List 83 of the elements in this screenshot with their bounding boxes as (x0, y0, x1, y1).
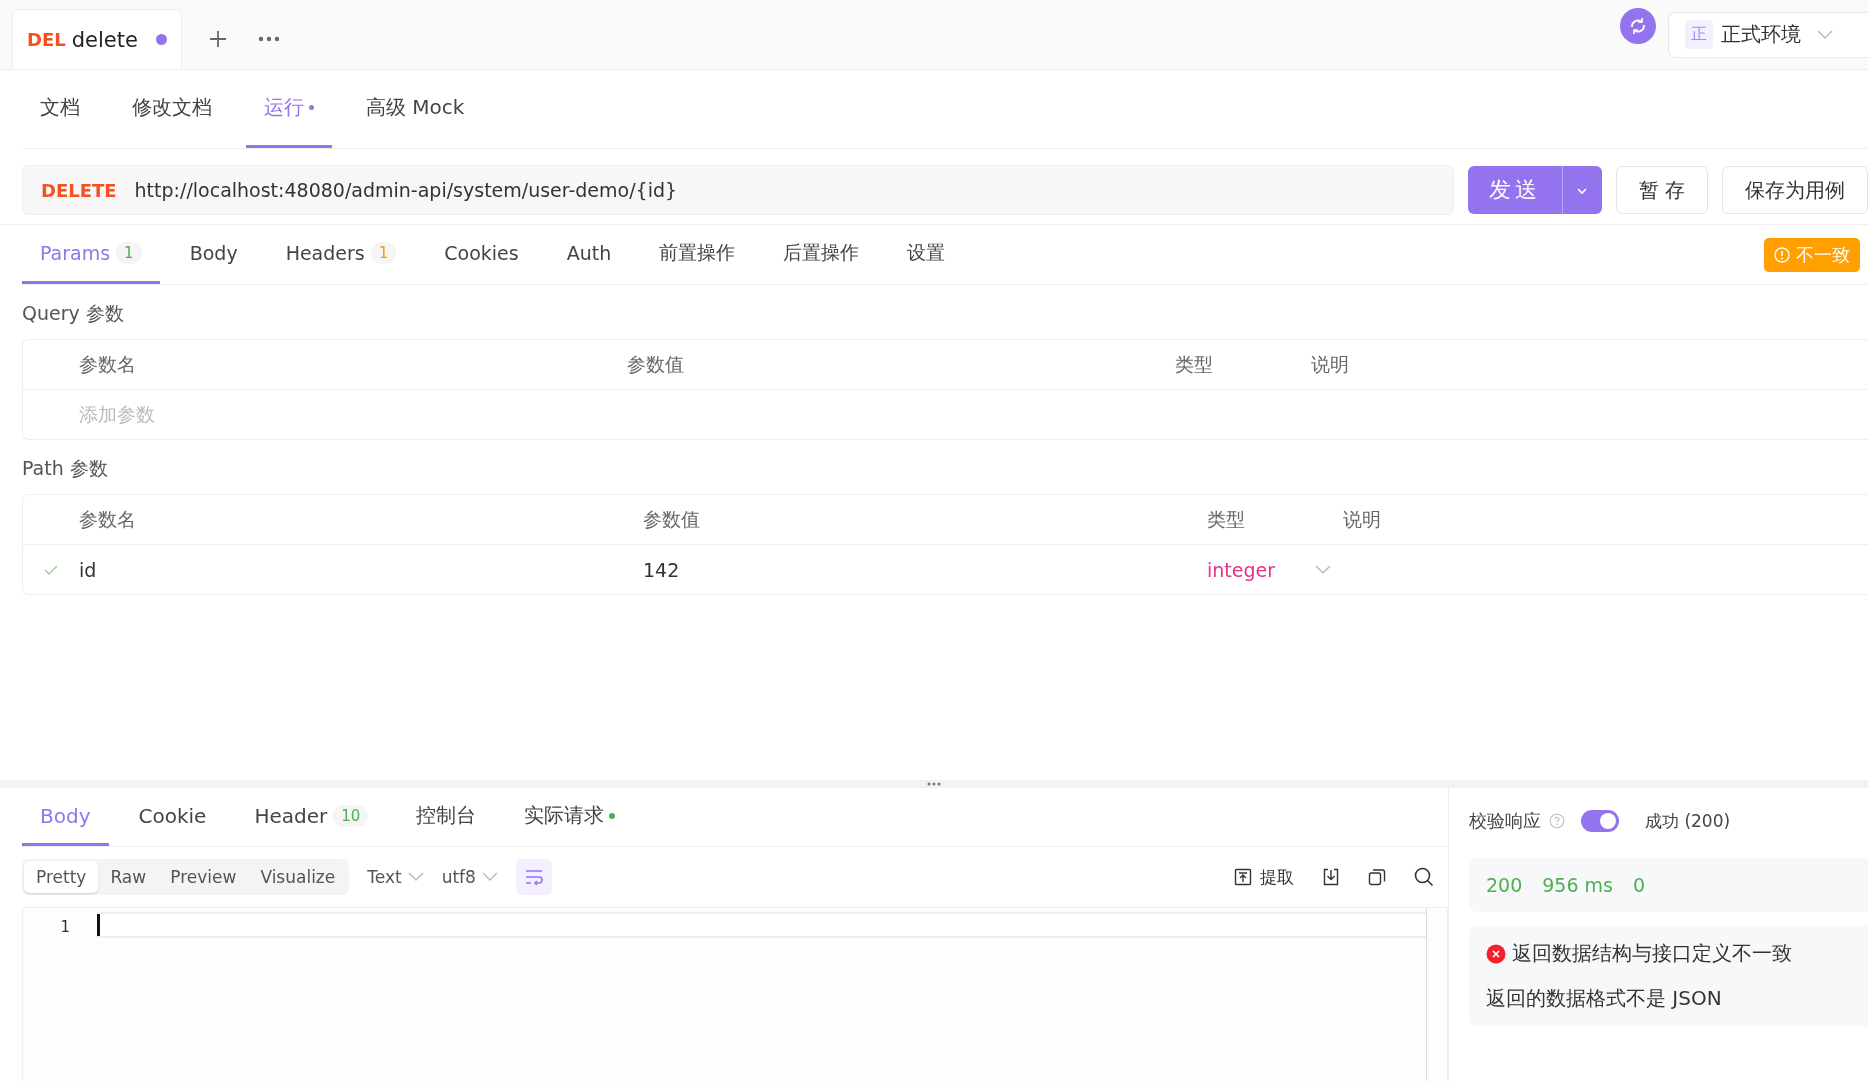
param-value[interactable]: 142 (643, 558, 680, 581)
view-tab[interactable]: 运行 (246, 70, 332, 148)
error-icon (1486, 943, 1506, 964)
column-header: 类型 (1175, 351, 1214, 377)
chevron-down-icon (1315, 564, 1331, 575)
extract-icon (1234, 868, 1252, 886)
search-icon[interactable] (1414, 867, 1434, 887)
request-tab[interactable]: 设置 (889, 225, 964, 284)
check-icon[interactable] (43, 563, 59, 576)
text-cursor (97, 914, 100, 936)
copy-icon[interactable] (1368, 868, 1386, 886)
request-tab[interactable]: Auth (548, 225, 630, 284)
request-tab[interactable]: 后置操作 (765, 225, 878, 284)
code-editor[interactable]: 1 (22, 907, 1448, 1081)
view-mode-tab[interactable]: Visualize (248, 861, 348, 893)
view-tab[interactable]: 文档 (22, 70, 98, 148)
column-header: 参数名 (79, 506, 137, 532)
download-icon[interactable] (1322, 868, 1340, 886)
chevron-down-icon (481, 872, 498, 882)
request-tab[interactable]: Body (171, 225, 256, 284)
extract-button[interactable]: 提取 (1234, 865, 1294, 889)
method-label: DEL (27, 29, 66, 50)
section-title: Query 参数 (22, 301, 125, 326)
save-button[interactable]: 保存为用例 (1722, 166, 1868, 214)
count-badge: 1 (116, 242, 142, 264)
chevron-down-icon (1576, 186, 1589, 195)
warning-icon (1774, 246, 1790, 263)
response-tab[interactable]: 实际请求 (506, 788, 634, 846)
error-detail: 返回的数据格式不是 JSON (1486, 985, 1723, 1012)
error-title: 返回数据结构与接口定义不一致 (1512, 940, 1792, 967)
more-icon[interactable] (258, 36, 280, 42)
env-name: 正式环境 (1721, 21, 1801, 48)
response-stat: 200 (1486, 874, 1523, 896)
chevron-down-icon (407, 872, 424, 882)
request-tab[interactable]: 前置操作 (641, 225, 754, 284)
unsaved-dot (156, 34, 167, 45)
column-header: 说明 (1311, 351, 1350, 377)
wrap-icon[interactable] (515, 859, 552, 895)
section-title: Path 参数 (22, 456, 109, 481)
response-tab[interactable]: Cookie (120, 788, 225, 846)
response-stat: 956 ms (1542, 874, 1613, 896)
param-name: id (79, 558, 98, 581)
count-badge: 10 (333, 804, 369, 827)
request-tab[interactable]: Params 1 (22, 225, 160, 284)
file-tab[interactable]: DEL delete (12, 9, 182, 69)
env-badge: 正 (1685, 20, 1713, 49)
request-tab[interactable]: Cookies (426, 225, 537, 284)
count-badge: 1 (370, 242, 397, 264)
column-header: 参数名 (79, 351, 137, 377)
environment-selector[interactable]: 正 正式环境 (1668, 11, 1868, 58)
url-field[interactable]: DELETE http://localhost:48080/admin-api/system/user-demo/{id} (22, 165, 1454, 215)
view-tab[interactable]: 修改文档 (114, 70, 230, 148)
column-header: 说明 (1343, 506, 1382, 532)
encoding-dropdown[interactable]: utf8 (441, 867, 498, 887)
mismatch-text: 不一致 (1796, 242, 1850, 267)
send-button[interactable]: 发送 (1467, 166, 1562, 214)
view-mode-tab[interactable]: Preview (158, 861, 249, 893)
line-number: 1 (59, 918, 71, 936)
param-type[interactable]: integer (1207, 558, 1307, 581)
method-label: DELETE (41, 179, 117, 201)
validation-label: 校验响应 (1469, 809, 1541, 833)
response-tab[interactable]: Header 10 (236, 788, 387, 846)
chevron-down-icon (1817, 29, 1833, 40)
save-button[interactable]: 暂 存 (1615, 166, 1708, 214)
column-header: 参数值 (643, 506, 701, 532)
plus-icon[interactable] (208, 29, 228, 49)
validation-toggle[interactable] (1581, 810, 1619, 832)
view-mode-tab[interactable]: Raw (98, 861, 159, 893)
response-selector[interactable]: 成功 (200) (1645, 809, 1731, 833)
url-text: http://localhost:48080/admin-api/system/user-demo/{id} (134, 179, 678, 201)
column-header: 参数值 (627, 351, 685, 377)
response-tab[interactable]: Body (22, 788, 109, 846)
tab-title: delete (71, 27, 139, 52)
response-tab[interactable]: 控制台 (398, 788, 495, 846)
view-mode-tab[interactable]: Pretty (24, 861, 99, 893)
drag-handle-icon[interactable] (927, 782, 941, 786)
help-icon (1549, 813, 1565, 829)
request-tab[interactable]: Headers 1 (267, 225, 415, 284)
view-tab[interactable]: 高级 Mock (348, 70, 483, 148)
format-dropdown[interactable]: Text (367, 867, 424, 887)
column-header: 类型 (1207, 506, 1246, 532)
sync-icon[interactable] (1620, 7, 1656, 44)
response-stat: 0 (1633, 874, 1646, 896)
